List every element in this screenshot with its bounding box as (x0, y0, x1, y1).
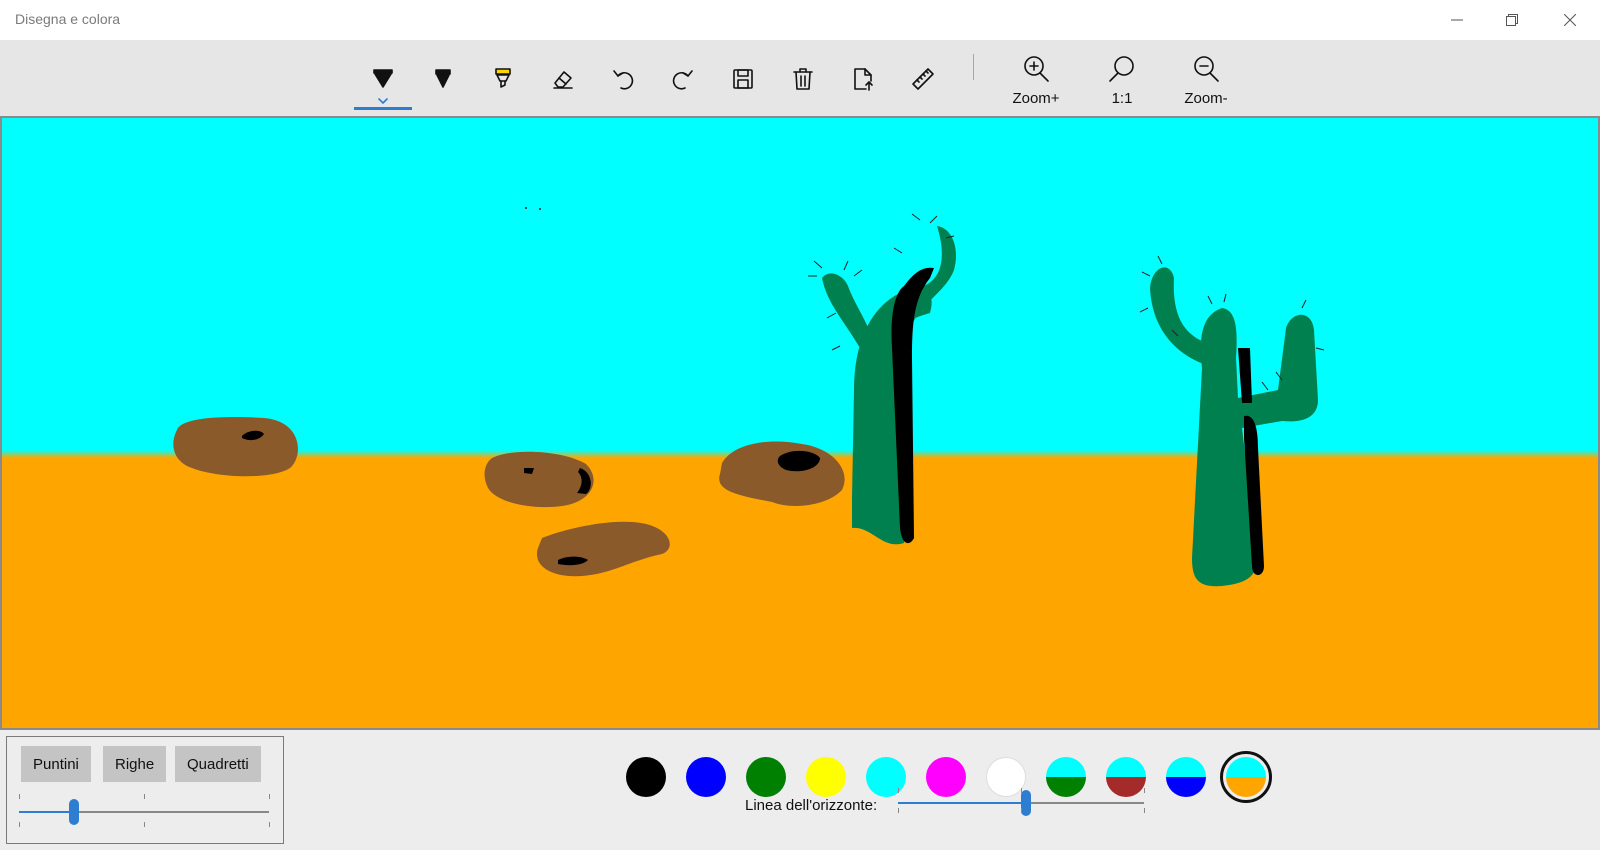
slider-tick (1021, 808, 1022, 813)
background-swatch[interactable] (1106, 757, 1146, 797)
export-button[interactable] (840, 56, 886, 102)
drawing-canvas[interactable] (0, 116, 1600, 730)
slider-fill (898, 802, 1026, 804)
undo-icon (613, 70, 634, 90)
dot-mark (525, 207, 527, 209)
swatch-sky-half (1166, 757, 1206, 777)
bottom-panel: Puntini Righe Quadretti Linea dell'orizz… (0, 730, 1600, 850)
slider-tick (19, 794, 20, 799)
toolbar (0, 40, 1600, 116)
pen-tool-button[interactable] (354, 56, 412, 110)
slider-tick (898, 788, 899, 793)
squares-grid-button[interactable]: Quadretti (175, 746, 261, 782)
background-swatch[interactable] (1166, 757, 1206, 797)
zoom-reset-label: 1:1 (1111, 90, 1133, 107)
redo-button[interactable] (660, 56, 706, 102)
minimize-icon (1451, 19, 1463, 21)
color-swatch[interactable] (926, 757, 966, 797)
swatch-ground-half (1226, 777, 1266, 797)
rock (173, 417, 298, 477)
zoom-reset-button[interactable]: 1:1 (1086, 55, 1158, 111)
slider-thumb[interactable] (1020, 790, 1031, 816)
slider-tick (269, 794, 270, 799)
window-title: Disegna e colora (15, 11, 121, 27)
slider-thumb[interactable] (69, 799, 79, 825)
ruler-icon (912, 68, 934, 90)
grid-options-panel: Puntini Righe Quadretti (6, 736, 284, 844)
color-swatch[interactable] (746, 757, 786, 797)
drawing (2, 118, 1598, 728)
slider-fill (19, 811, 74, 813)
swatch-sky-half (1106, 757, 1146, 777)
save-button[interactable] (720, 56, 766, 102)
swatch-sky-half (1226, 757, 1266, 777)
save-icon (733, 69, 753, 89)
swatch-ground-half (1166, 777, 1206, 797)
horizon-label: Linea dell'orizzonte: (745, 797, 878, 814)
delete-icon (793, 68, 813, 90)
chevron-down-icon (378, 98, 388, 104)
color-swatch[interactable] (986, 757, 1026, 797)
slider-tick (1144, 808, 1145, 813)
zoom-out-button[interactable]: Zoom- (1170, 55, 1242, 111)
redo-icon (672, 70, 693, 90)
color-swatch[interactable] (806, 757, 846, 797)
zoom-out-icon (1194, 56, 1219, 82)
zoom-in-button[interactable]: Zoom+ (1000, 55, 1072, 111)
dots-grid-button[interactable]: Puntini (21, 746, 91, 782)
restore-button[interactable] (1485, 0, 1539, 40)
slider-tick (1021, 788, 1022, 793)
zoom-in-label: Zoom+ (1012, 90, 1060, 107)
delete-button[interactable] (780, 56, 826, 102)
zoom-in-icon (1024, 56, 1049, 82)
close-icon (1564, 14, 1576, 26)
highlighter-tool-button[interactable] (480, 56, 526, 102)
color-swatch[interactable] (866, 757, 906, 797)
pencil-icon (435, 69, 451, 88)
restore-icon (1506, 14, 1518, 26)
eraser-tool-button[interactable] (540, 56, 586, 102)
color-swatch[interactable] (626, 757, 666, 797)
ruler-button[interactable] (900, 56, 946, 102)
undo-button[interactable] (600, 56, 646, 102)
title-bar: Disegna e colora (0, 0, 1600, 40)
close-button[interactable] (1543, 0, 1597, 40)
background-swatch[interactable] (1226, 757, 1266, 797)
slider-tick (269, 822, 270, 827)
lines-grid-button[interactable]: Righe (103, 746, 167, 782)
slider-tick (898, 808, 899, 813)
toolbar-separator (973, 54, 974, 80)
pen-icon (373, 69, 393, 88)
highlighter-icon (495, 68, 511, 88)
slider-tick (19, 822, 20, 827)
slider-tick (144, 794, 145, 799)
slider-tick (1144, 788, 1145, 793)
export-icon (854, 68, 873, 91)
grid-density-slider[interactable] (19, 799, 269, 825)
color-swatch[interactable] (686, 757, 726, 797)
pencil-tool-button[interactable] (420, 56, 466, 102)
dot-mark (539, 208, 541, 210)
zoom-reset-icon (1109, 56, 1134, 82)
eraser-icon (553, 71, 573, 89)
zoom-out-label: Zoom- (1184, 90, 1228, 107)
sky (2, 118, 1598, 450)
swatch-sky-half (1046, 757, 1086, 777)
minimize-button[interactable] (1430, 0, 1484, 40)
background-swatch[interactable] (1046, 757, 1086, 797)
slider-tick (144, 822, 145, 827)
